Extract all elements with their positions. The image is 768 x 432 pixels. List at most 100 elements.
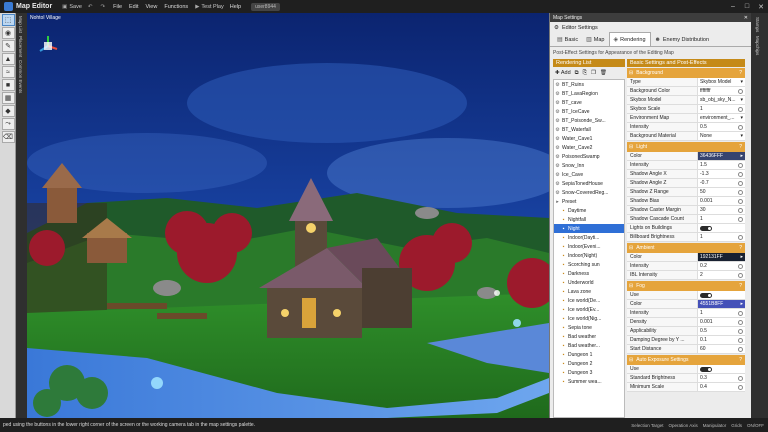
property-number-input[interactable]: 1 (697, 215, 745, 223)
keyframe-dot-icon[interactable] (738, 106, 743, 112)
section-header[interactable]: ⊟ Light? (627, 142, 745, 152)
property-number-input[interactable]: -1.3 (697, 170, 745, 178)
select-tool-icon[interactable]: ⬚ (1, 14, 15, 26)
keyframe-dot-icon[interactable] (738, 263, 743, 269)
list-item[interactable]: ▸ Preset (554, 197, 624, 206)
collapse-icon[interactable]: ⊟ (629, 283, 633, 289)
list-item[interactable]: ▪ Dungeon 1 (554, 350, 624, 359)
list-item[interactable]: ⚙ Snow-CoveredReg... (554, 188, 624, 197)
manipulator-control[interactable]: Manipulator (703, 423, 727, 428)
keyframe-dot-icon[interactable] (738, 328, 743, 334)
list-item[interactable]: ▪ Dungeon 3 (554, 368, 624, 377)
collapse-icon[interactable]: ⊟ (629, 70, 633, 76)
property-number-input[interactable]: 2 (697, 271, 745, 279)
list-item[interactable]: ⚙ Water_Cave2 (554, 143, 624, 152)
collapse-icon[interactable]: ⊟ (629, 144, 633, 150)
help-icon[interactable]: ? (739, 144, 742, 150)
section-header[interactable]: ⊟ Fog? (627, 281, 745, 291)
property-number-input[interactable]: 1.5 (697, 161, 745, 169)
menu-functions[interactable]: Functions (164, 4, 188, 10)
property-color-field[interactable]: ffffffff (697, 87, 745, 95)
section-header[interactable]: ⊟ Background? (627, 68, 745, 78)
keyframe-dot-icon[interactable] (738, 310, 743, 316)
menu-help[interactable]: Help (230, 4, 241, 10)
rendering-list[interactable]: ⚙ BT_Ruins ⚙ BT_LavaRegion ⚙ BT_cave ⚙ BT_IceCa… (553, 79, 625, 418)
property-number-input[interactable]: -0.7 (697, 179, 745, 187)
list-item[interactable]: ⚙ SepiaTonedHouse (554, 179, 624, 188)
property-number-input[interactable]: 0.5 (697, 123, 745, 131)
property-color-field[interactable]: 4551B8FF ▸ (697, 300, 745, 308)
list-item[interactable]: ⚙ BT_Ruins (554, 80, 624, 89)
help-icon[interactable]: ? (739, 70, 742, 76)
list-item[interactable]: ⚙ BT_LavaRegion (554, 89, 624, 98)
list-item[interactable]: ▪ Underworld (554, 278, 624, 287)
list-item[interactable]: ▪ Scorching sun (554, 260, 624, 269)
help-icon[interactable]: ? (739, 357, 742, 363)
property-number-input[interactable]: 1 (697, 233, 745, 241)
keyframe-dot-icon[interactable] (738, 171, 743, 177)
property-number-input[interactable]: 50 (697, 188, 745, 196)
list-item[interactable]: ▪ Night (554, 224, 624, 233)
keyframe-dot-icon[interactable] (738, 198, 743, 204)
help-icon[interactable]: ? (739, 283, 742, 289)
list-item[interactable]: ⚙ Snow_Inn (554, 161, 624, 170)
keyframe-dot-icon[interactable] (738, 88, 743, 94)
keyframe-dot-icon[interactable] (738, 180, 743, 186)
property-number-input[interactable]: 0.001 (697, 197, 745, 205)
chevron-down-icon[interactable]: ▾ (740, 115, 743, 121)
toggle-switch[interactable] (697, 291, 745, 299)
chevron-down-icon[interactable]: ▾ (740, 97, 743, 103)
list-item[interactable]: ▪ Indoor(Night) (554, 251, 624, 260)
list-item[interactable]: ▪ Ice world(De... (554, 296, 624, 305)
list-item[interactable]: ⚙ BT_IceCave (554, 107, 624, 116)
toggle-switch[interactable] (697, 365, 745, 373)
copy-icon[interactable]: ⧉ (575, 70, 579, 77)
grids-control[interactable]: Grids (731, 423, 742, 428)
list-item[interactable]: ▪ Dungeon 2 (554, 359, 624, 368)
list-item[interactable]: ▪ Daytime (554, 206, 624, 215)
water-tool-icon[interactable]: ≈ (1, 66, 15, 78)
property-number-input[interactable]: 0.5 (697, 327, 745, 335)
axis-gizmo[interactable] (35, 33, 61, 59)
property-color-field[interactable]: 36436FFF ▸ (697, 152, 745, 160)
tab-placement[interactable]: Placement (18, 36, 23, 57)
list-item[interactable]: ▪ Bad weather (554, 332, 624, 341)
keyframe-dot-icon[interactable] (738, 124, 743, 130)
paste-icon[interactable]: ⎘ (583, 70, 587, 77)
duplicate-icon[interactable]: ❐ (591, 70, 596, 76)
property-number-input[interactable]: 30 (697, 206, 745, 214)
save-button[interactable]: ▣ Save (62, 4, 82, 10)
property-color-field[interactable]: 192131FF ▸ (697, 253, 745, 261)
tab-rendering[interactable]: ◈ Rendering (608, 32, 651, 46)
redo-button[interactable]: ↷ (101, 4, 108, 10)
collapse-icon[interactable]: ⊟ (629, 245, 633, 251)
selection-target-control[interactable]: Selection Target (631, 423, 663, 428)
list-item[interactable]: ▪ Nightfall (554, 215, 624, 224)
scene-viewport[interactable]: Nohtol Village (27, 13, 549, 418)
keyframe-dot-icon[interactable] (738, 384, 743, 390)
color-picker-icon[interactable]: ▸ (740, 254, 743, 260)
keyframe-dot-icon[interactable] (738, 375, 743, 381)
keyframe-dot-icon[interactable] (738, 207, 743, 213)
section-header[interactable]: ⊟ Ambient? (627, 243, 745, 253)
section-header[interactable]: ⊟ Auto Exposure Settings? (627, 355, 745, 365)
list-item[interactable]: ▪ Lava zone (554, 287, 624, 296)
brush-tool-icon[interactable]: ✎ (1, 40, 15, 52)
list-item[interactable]: ⚙ Water_Cave1 (554, 134, 624, 143)
list-item[interactable]: ▪ Ice world(Ev... (554, 305, 624, 314)
collapse-icon[interactable]: ⊟ (629, 357, 633, 363)
list-item[interactable]: ⚙ BT_cave (554, 98, 624, 107)
eraser-tool-icon[interactable]: ⌫ (1, 131, 15, 143)
tab-common-events[interactable]: Common Events (18, 60, 23, 93)
color-picker-icon[interactable]: ▸ (740, 153, 743, 159)
add-button[interactable]: ✚ Add (555, 70, 571, 76)
keyframe-dot-icon[interactable] (738, 189, 743, 195)
list-item[interactable]: ▪ Indoor(Dayti... (554, 233, 624, 242)
undo-button[interactable]: ↶ (88, 4, 95, 10)
tab-basic[interactable]: ▤ Basic (553, 33, 582, 46)
camera-tool-icon[interactable]: ◉ (1, 27, 15, 39)
list-item[interactable]: ▪ Sepia tone (554, 323, 624, 332)
object-tool-icon[interactable]: ■ (1, 79, 15, 91)
tab-map-list[interactable]: Map List (18, 16, 23, 33)
menu-view[interactable]: View (146, 4, 158, 10)
